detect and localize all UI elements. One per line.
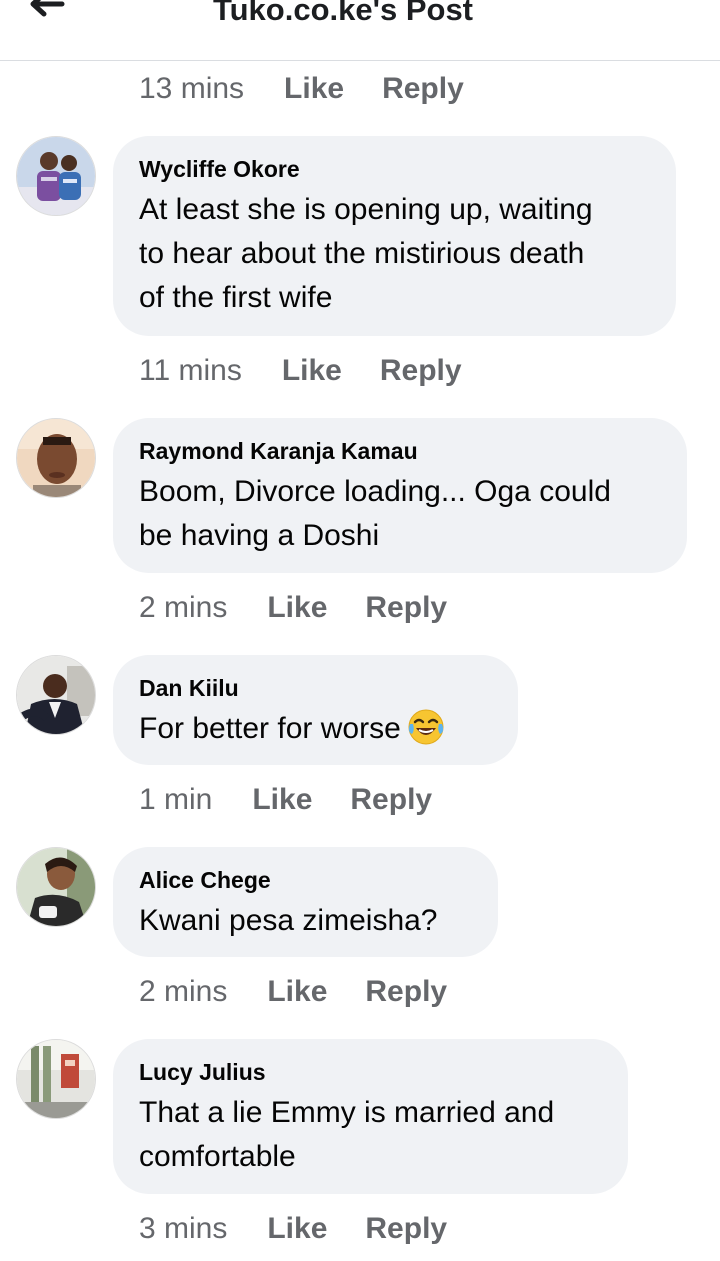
comment-text-line: of the first wife bbox=[139, 281, 333, 314]
comment-bubble: Alice Chege Kwani pesa zimeisha? bbox=[113, 847, 498, 957]
comment-bubble: Dan Kiilu For better for worse bbox=[113, 655, 518, 765]
comment-meta-row: 2 mins Like Reply bbox=[139, 975, 485, 1009]
comment-text: For better for worse bbox=[139, 707, 492, 751]
avatar[interactable] bbox=[16, 1039, 96, 1119]
comment-text-line: comfortable bbox=[139, 1140, 296, 1173]
like-button[interactable]: Like bbox=[282, 354, 342, 388]
reply-button[interactable]: Reply bbox=[380, 354, 462, 388]
comment-text: At least she is opening up, waiting to h… bbox=[139, 188, 650, 320]
comment-text: That a lie Emmy is married and comfortab… bbox=[139, 1091, 602, 1179]
comment-text-line: Boom, Divorce loading... Oga could bbox=[139, 475, 611, 508]
post-header: Tuko.co.ke's Post bbox=[0, 0, 720, 61]
reply-button[interactable]: Reply bbox=[382, 72, 464, 106]
comment-author[interactable]: Dan Kiilu bbox=[139, 673, 492, 703]
comment-text-line: be having a Doshi bbox=[139, 519, 380, 552]
avatar[interactable] bbox=[16, 136, 96, 216]
comment-text-line: to hear about the mistirious death bbox=[139, 237, 585, 270]
like-button[interactable]: Like bbox=[267, 975, 327, 1009]
comment-bubble: Lucy Julius That a lie Emmy is married a… bbox=[113, 1039, 628, 1194]
comment-author[interactable]: Alice Chege bbox=[139, 865, 472, 895]
comment-meta-row: 11 mins Like Reply bbox=[139, 354, 500, 388]
comment-author[interactable]: Wycliffe Okore bbox=[139, 154, 650, 184]
comment-text-line: For better for worse bbox=[139, 712, 401, 745]
comment-timestamp: 2 mins bbox=[139, 975, 228, 1008]
comment-text: Boom, Divorce loading... Oga could be ha… bbox=[139, 470, 661, 558]
comment-text-line: Kwani pesa zimeisha? bbox=[139, 904, 438, 937]
comment-meta-row: 3 mins Like Reply bbox=[139, 1212, 485, 1246]
like-button[interactable]: Like bbox=[252, 783, 312, 817]
avatar[interactable] bbox=[16, 655, 96, 735]
comment-author[interactable]: Raymond Karanja Kamau bbox=[139, 436, 661, 466]
reply-button[interactable]: Reply bbox=[365, 1212, 447, 1246]
comment-text-line: At least she is opening up, waiting bbox=[139, 193, 593, 226]
page-title: Tuko.co.ke's Post bbox=[212, 0, 474, 27]
comment-text-line: That a lie Emmy is married and bbox=[139, 1096, 555, 1129]
comment-meta-row: 1 min Like Reply bbox=[139, 783, 470, 817]
tears-of-joy-emoji-icon bbox=[408, 709, 444, 745]
avatar[interactable] bbox=[16, 847, 96, 927]
like-button[interactable]: Like bbox=[267, 1212, 327, 1246]
like-button[interactable]: Like bbox=[267, 591, 327, 625]
comment-timestamp: 3 mins bbox=[139, 1212, 228, 1245]
reply-button[interactable]: Reply bbox=[365, 591, 447, 625]
reply-button[interactable]: Reply bbox=[365, 975, 447, 1009]
comment-meta-row: 13 mins Like Reply bbox=[139, 72, 502, 106]
comment-timestamp: 11 mins bbox=[139, 354, 242, 387]
comment-timestamp: 13 mins bbox=[139, 72, 245, 105]
comment-text: Kwani pesa zimeisha? bbox=[139, 899, 472, 943]
avatar[interactable] bbox=[16, 418, 96, 498]
comment-meta-row: 2 mins Like Reply bbox=[139, 591, 485, 625]
reply-button[interactable]: Reply bbox=[350, 783, 432, 817]
comment-timestamp: 1 min bbox=[139, 783, 213, 816]
comment-timestamp: 2 mins bbox=[139, 591, 228, 624]
comment-author[interactable]: Lucy Julius bbox=[139, 1057, 602, 1087]
comment-bubble: Raymond Karanja Kamau Boom, Divorce load… bbox=[113, 418, 687, 573]
like-button[interactable]: Like bbox=[284, 72, 344, 106]
comment-bubble: Wycliffe Okore At least she is opening u… bbox=[113, 136, 676, 336]
